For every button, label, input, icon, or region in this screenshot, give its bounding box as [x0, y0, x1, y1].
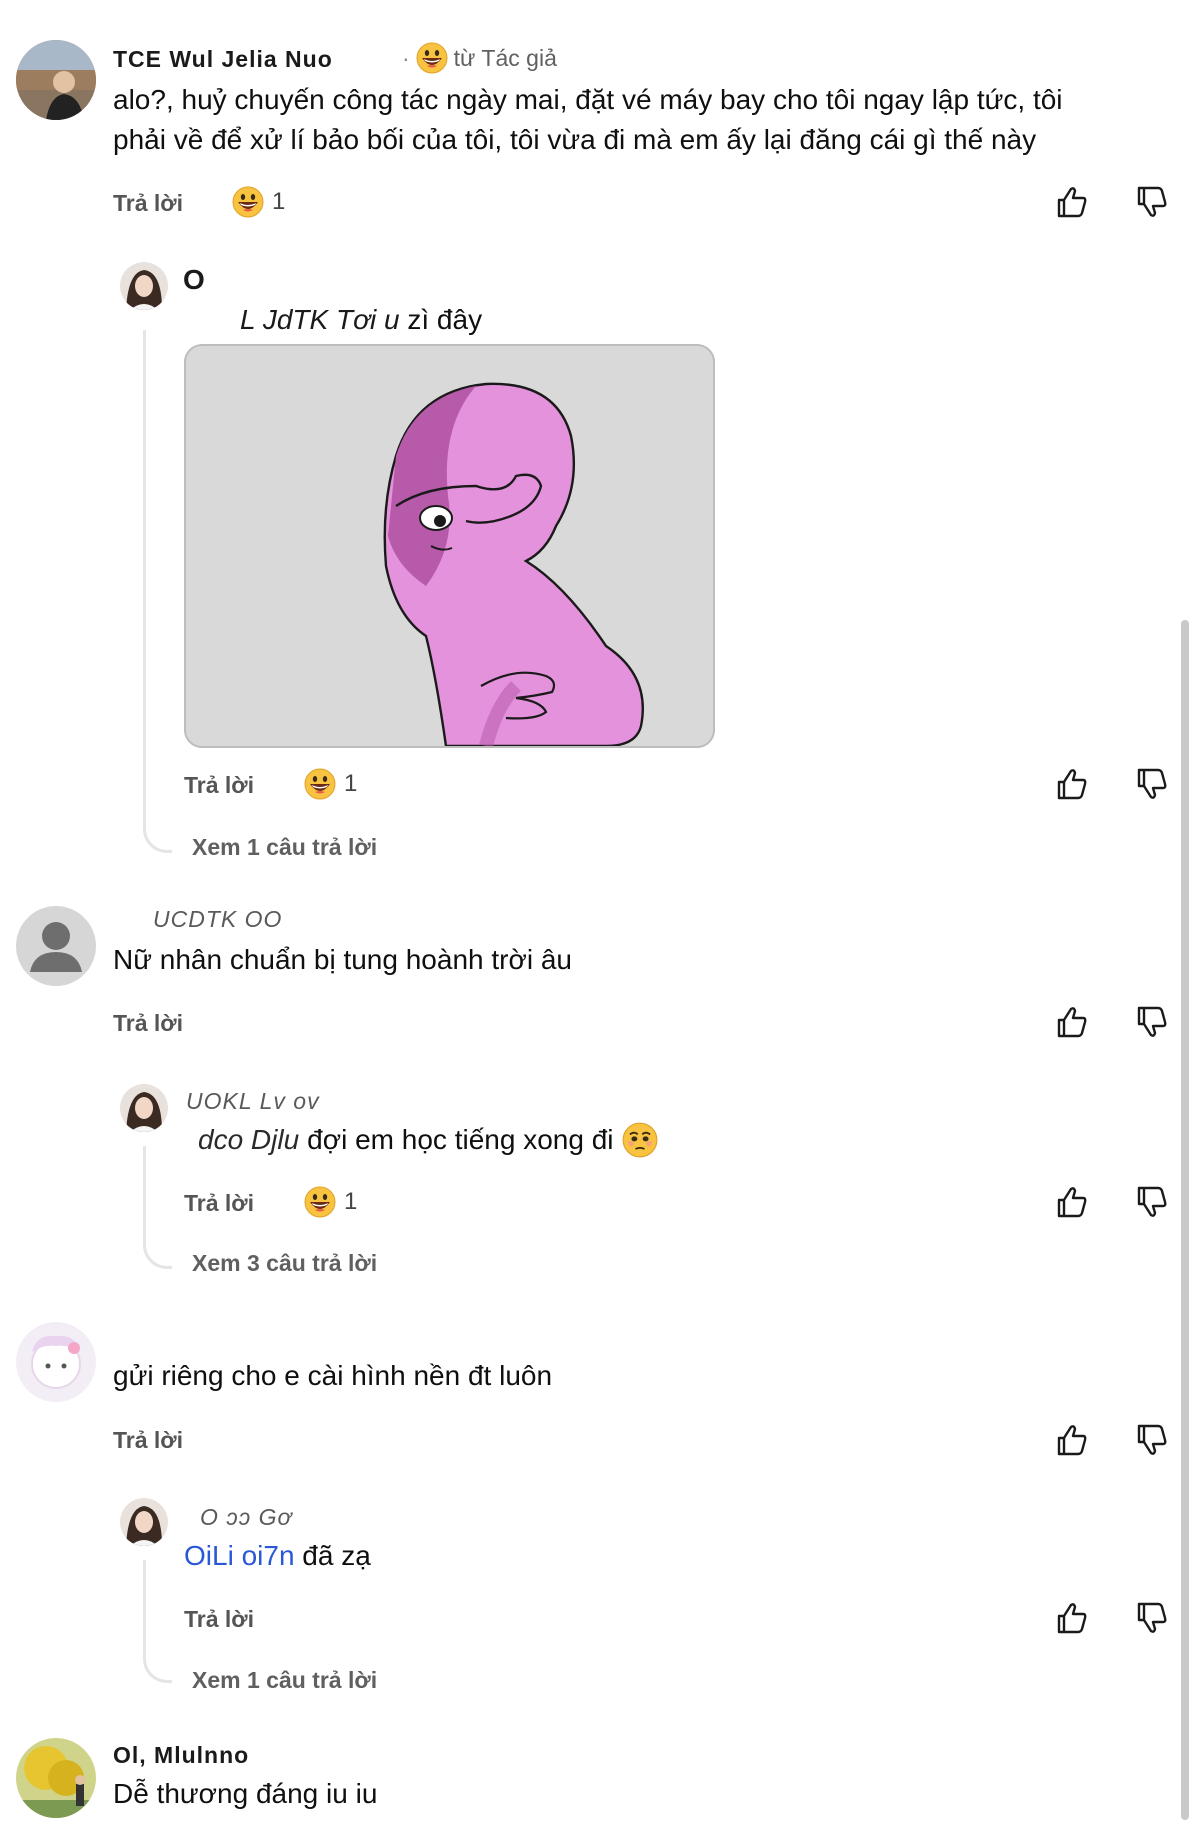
reply-button[interactable]: Trả lời	[184, 772, 254, 799]
reply-author[interactable]: UOKL Lv ov	[186, 1088, 320, 1115]
author-badge-label: từ Tác giả	[453, 44, 557, 71]
avatar[interactable]	[16, 1738, 96, 1818]
thumb-up-icon[interactable]	[1054, 184, 1090, 220]
reply-text: dco Djlu đợi em học tiếng xong đi	[198, 1120, 658, 1160]
reaction-count: 1	[272, 188, 286, 215]
author-badge: · từ Tác giả	[402, 42, 557, 74]
reply-button[interactable]: Trả lời	[113, 1427, 183, 1454]
avatar[interactable]	[16, 40, 96, 120]
view-replies-link[interactable]: Xem 1 câu trả lời	[192, 1667, 377, 1694]
reply-button[interactable]: Trả lời	[184, 1606, 254, 1633]
view-replies-link[interactable]: Xem 3 câu trả lời	[192, 1250, 377, 1277]
grinning-face-emoji-icon	[304, 1186, 336, 1218]
thread-line	[143, 1560, 172, 1683]
thread-line	[143, 1146, 172, 1269]
view-replies-link[interactable]: Xem 1 câu trả lời	[192, 834, 377, 861]
mention-link[interactable]: OiLi oi7n	[184, 1540, 295, 1571]
thumb-up-icon[interactable]	[1054, 1600, 1090, 1636]
comment-author[interactable]: UCDTK OO	[153, 906, 282, 933]
reaction-chip[interactable]: 1	[304, 1186, 357, 1218]
thumb-down-icon[interactable]	[1134, 766, 1170, 802]
thumb-down-icon[interactable]	[1134, 1600, 1170, 1636]
avatar[interactable]	[16, 1322, 96, 1402]
mention-link[interactable]: dco Djlu	[198, 1120, 299, 1160]
pink-cartoon-facepalm-image[interactable]	[184, 344, 715, 748]
scrollbar[interactable]	[1181, 620, 1189, 1820]
comment-text-line: phải về để xử lí bảo bối của tôi, tôi vừ…	[113, 124, 1037, 155]
thumb-up-icon[interactable]	[1054, 1422, 1090, 1458]
thumb-up-icon[interactable]	[1054, 1184, 1090, 1220]
reaction-chip[interactable]: 1	[304, 768, 357, 800]
pleading-face-emoji-icon	[622, 1122, 658, 1158]
grinning-face-emoji-icon	[416, 42, 448, 74]
avatar[interactable]	[16, 906, 96, 986]
thumb-up-icon[interactable]	[1054, 1004, 1090, 1040]
thumb-up-icon[interactable]	[1054, 766, 1090, 802]
comment-text-line: alo?, huỷ chuyến công tác ngày mai, đặt …	[113, 84, 1063, 115]
thumb-down-icon[interactable]	[1134, 1422, 1170, 1458]
reply-text-body: zì đây	[407, 304, 483, 335]
avatar[interactable]	[120, 1498, 168, 1546]
reply-button[interactable]: Trả lời	[113, 1010, 183, 1037]
reply-text-prefix: L JdTK Tơi u	[240, 304, 400, 335]
comment-text: gửi riêng cho e cài hình nền đt luôn	[113, 1360, 553, 1391]
reply-button[interactable]: Trả lời	[113, 190, 183, 217]
comment-text: Dễ thương đáng iu iu	[113, 1778, 378, 1809]
reply-author[interactable]: O	[183, 264, 206, 296]
reaction-count: 1	[344, 1188, 358, 1215]
avatar[interactable]	[120, 262, 168, 310]
reply-text: OiLi oi7n đã zạ	[184, 1536, 371, 1576]
reply-text-body: đợi em học tiếng xong đi	[307, 1124, 614, 1155]
thumb-down-icon[interactable]	[1134, 1004, 1170, 1040]
reaction-chip[interactable]: 1	[232, 186, 285, 218]
reply-text: L JdTK Tơi u zì đây	[240, 300, 482, 340]
reply-button[interactable]: Trả lời	[184, 1190, 254, 1217]
comment-text: Nữ nhân chuẩn bị tung hoành trời âu	[113, 944, 572, 975]
grinning-face-emoji-icon	[232, 186, 264, 218]
reply-text-body: đã zạ	[302, 1540, 371, 1571]
grinning-face-emoji-icon	[304, 768, 336, 800]
reply-author[interactable]: O ɔɔ Gơ	[200, 1504, 292, 1531]
thumb-down-icon[interactable]	[1134, 1184, 1170, 1220]
comment-author[interactable]: TCE Wul Jelia Nuo	[113, 46, 333, 73]
comment-author[interactable]: Ol, Mlulnno	[113, 1742, 249, 1769]
thumb-down-icon[interactable]	[1134, 184, 1170, 220]
thread-line	[143, 330, 172, 853]
reaction-count: 1	[344, 770, 358, 797]
avatar[interactable]	[120, 1084, 168, 1132]
